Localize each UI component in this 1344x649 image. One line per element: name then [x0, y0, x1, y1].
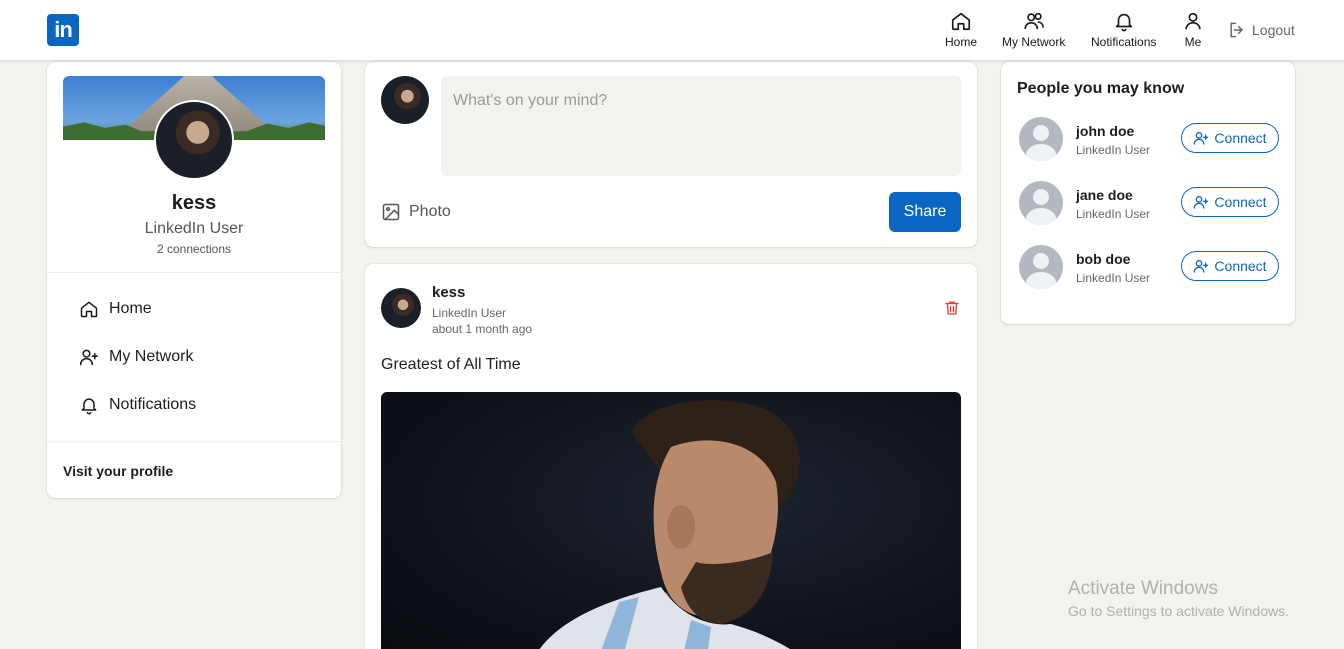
activate-windows-watermark: Activate Windows Go to Settings to activ…: [1068, 578, 1289, 619]
nav-my-network-label: My Network: [1002, 35, 1066, 49]
profile-connections[interactable]: 2 connections: [47, 242, 341, 256]
post-text: Greatest of All Time: [381, 356, 521, 373]
logout-label: Logout: [1252, 22, 1295, 38]
connect-label: Connect: [1214, 130, 1267, 146]
person-role: LinkedIn User: [1076, 207, 1151, 221]
person-role: LinkedIn User: [1076, 271, 1151, 285]
sidebar-item-label: Home: [109, 300, 152, 317]
linkedin-logo[interactable]: in: [47, 14, 79, 46]
post-image-portrait: [539, 400, 800, 649]
visit-profile-link[interactable]: Visit your profile: [63, 463, 173, 479]
image-icon: [382, 203, 400, 221]
sidebar-item-notifications[interactable]: Notifications: [79, 395, 196, 415]
person-name[interactable]: john doe: [1076, 123, 1134, 139]
avatar[interactable]: [1019, 117, 1063, 161]
share-button[interactable]: Share: [889, 192, 961, 232]
pymk-title: People you may know: [1017, 80, 1185, 97]
add-user-icon: [79, 349, 99, 366]
connect-button[interactable]: Connect: [1181, 251, 1279, 281]
avatar[interactable]: [154, 100, 234, 180]
post-author-title: LinkedIn User: [432, 306, 507, 320]
avatar[interactable]: [1019, 245, 1063, 289]
trash-icon[interactable]: [943, 299, 961, 317]
avatar[interactable]: [381, 288, 421, 328]
list-item: bob doe LinkedIn User Connect: [1017, 245, 1279, 293]
logout-button[interactable]: Logout: [1227, 20, 1295, 40]
photo-label: Photo: [409, 203, 451, 220]
nav-notifications[interactable]: Notifications: [1091, 10, 1156, 49]
people-you-may-know-card: People you may know john doe LinkedIn Us…: [1001, 62, 1295, 324]
watermark-subtitle: Go to Settings to activate Windows.: [1068, 603, 1289, 619]
sidebar-item-home[interactable]: Home: [79, 299, 152, 319]
post-image[interactable]: [381, 392, 961, 649]
nav-home[interactable]: Home: [945, 10, 977, 49]
post-input[interactable]: What's on your mind?: [441, 76, 961, 176]
sidebar-item-label: My Network: [109, 348, 194, 365]
bell-icon: [81, 398, 97, 415]
add-user-icon: [1194, 132, 1209, 145]
nav-me-label: Me: [1184, 35, 1202, 49]
watermark-title: Activate Windows: [1068, 578, 1218, 599]
profile-name: kess: [171, 192, 217, 214]
profile-card: kess LinkedIn User 2 connections Home My…: [47, 62, 341, 498]
nav-my-network[interactable]: My Network: [1002, 10, 1065, 49]
photo-button[interactable]: Photo: [381, 202, 451, 222]
post-card: kess LinkedIn User about 1 month ago Gre…: [365, 264, 977, 649]
nav-home-label: Home: [945, 35, 978, 49]
connect-label: Connect: [1214, 194, 1267, 210]
person-name[interactable]: jane doe: [1076, 187, 1133, 203]
divider: [47, 272, 341, 273]
logout-icon: [1230, 22, 1243, 38]
add-user-icon: [1194, 196, 1209, 209]
person-role: LinkedIn User: [1076, 143, 1151, 157]
sidebar-item-label: Notifications: [109, 396, 197, 413]
nav-me[interactable]: Me: [1182, 10, 1204, 49]
post-timestamp: about 1 month ago: [432, 322, 533, 336]
connect-label: Connect: [1214, 258, 1267, 274]
home-icon: [80, 301, 98, 318]
home-icon: [951, 12, 971, 31]
profile-title: LinkedIn User: [144, 220, 244, 237]
avatar[interactable]: [1019, 181, 1063, 225]
bell-icon: [1115, 13, 1132, 32]
top-navbar: in Home My Network Notifications Me Logo…: [0, 0, 1344, 60]
connect-button[interactable]: Connect: [1181, 187, 1279, 217]
add-user-icon: [1194, 260, 1209, 273]
network-icon: [1024, 12, 1044, 30]
connect-button[interactable]: Connect: [1181, 123, 1279, 153]
person-name[interactable]: bob doe: [1076, 251, 1130, 267]
post-author[interactable]: kess: [432, 284, 465, 301]
list-item: jane doe LinkedIn User Connect: [1017, 181, 1279, 229]
nav-notifications-label: Notifications: [1091, 35, 1157, 49]
user-icon: [1185, 12, 1201, 30]
list-item: john doe LinkedIn User Connect: [1017, 117, 1279, 165]
sidebar-item-my-network[interactable]: My Network: [79, 347, 193, 367]
post-composer: What's on your mind? Photo Share: [365, 62, 977, 247]
divider: [47, 441, 341, 442]
avatar[interactable]: [381, 76, 429, 124]
